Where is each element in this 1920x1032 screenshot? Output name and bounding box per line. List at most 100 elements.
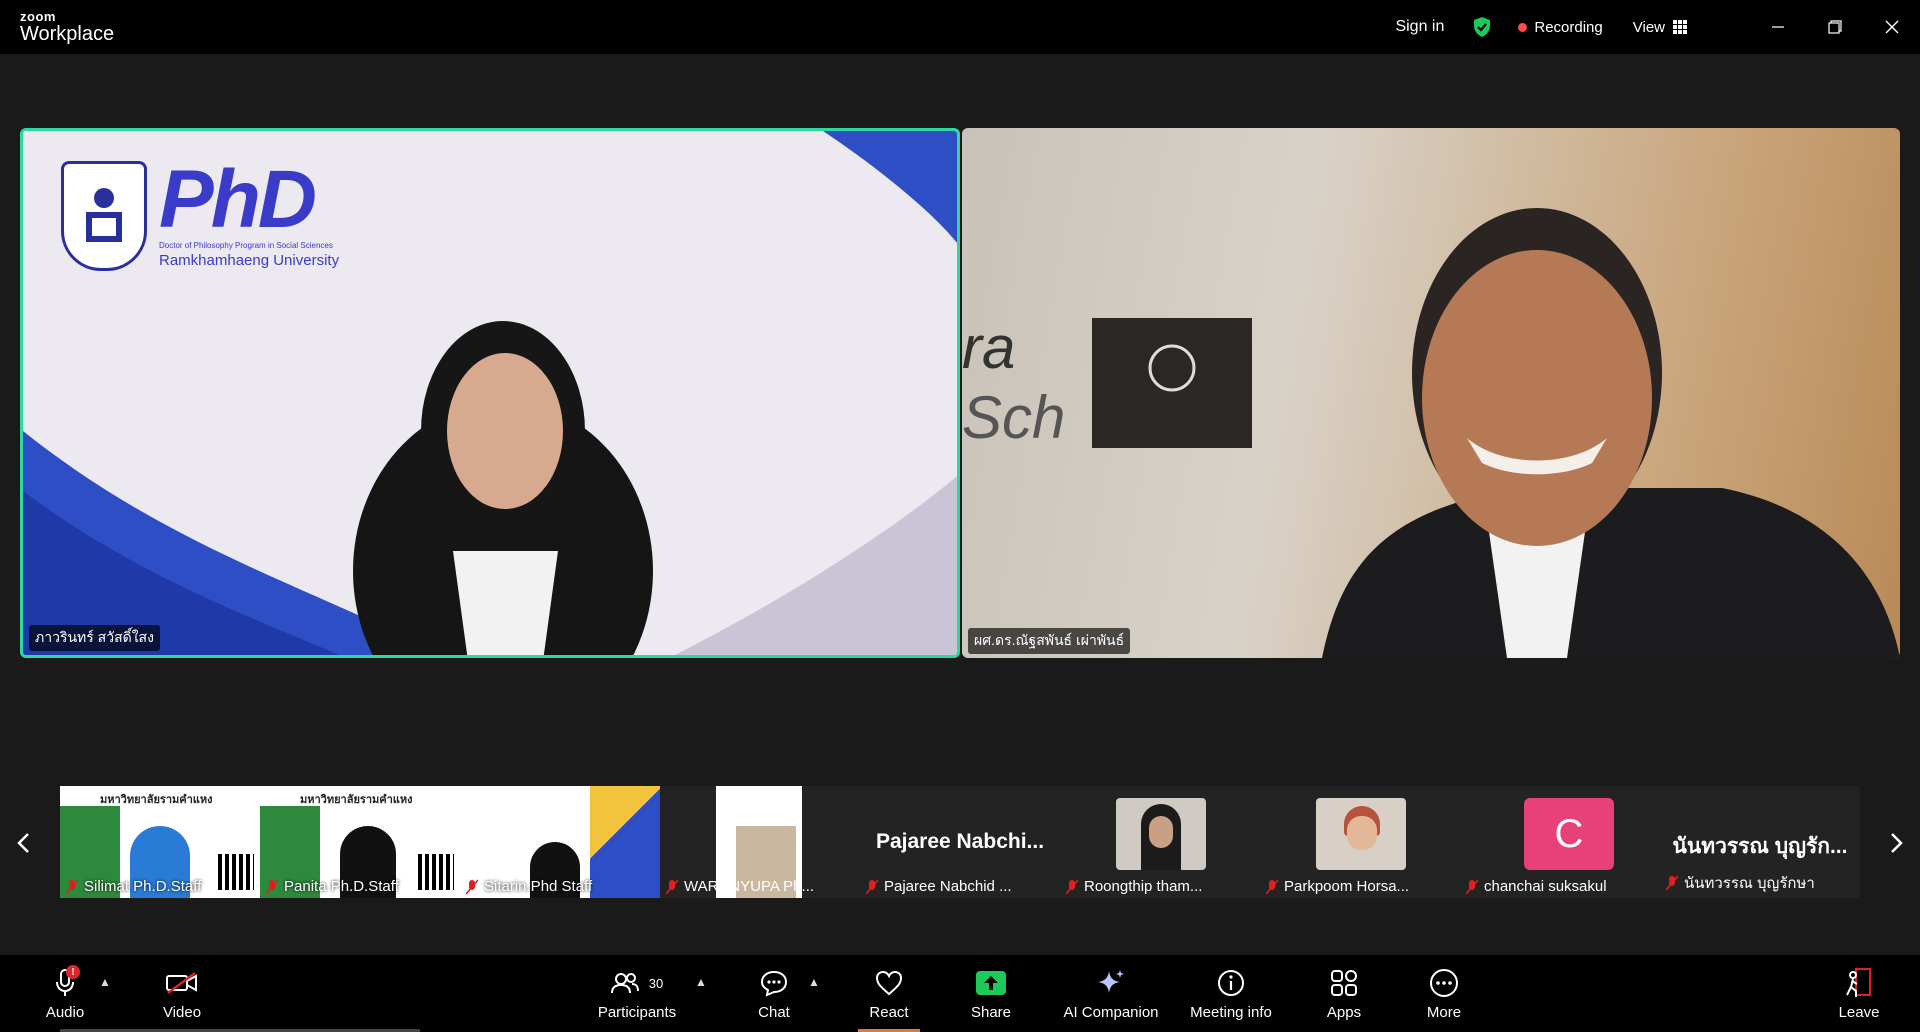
participant-name-tag: ภาวรินทร์ สวัสดิ์ใสง bbox=[29, 625, 160, 651]
video-button[interactable]: Video bbox=[155, 955, 209, 1032]
participant-thumbnail[interactable]: นันทวรรณ บุญรัก... นันทวรรณ บุญรักษา bbox=[1660, 786, 1860, 898]
leave-icon bbox=[1846, 968, 1871, 997]
strip-prev-button[interactable] bbox=[8, 826, 38, 860]
thumbnail-name: WARUNYUPA Ph... bbox=[684, 878, 815, 895]
phd-logo: PhD Doctor of Philosophy Program in Soci… bbox=[61, 154, 340, 271]
mic-muted-icon bbox=[1066, 878, 1078, 895]
slide-header-text: มหาวิทยาลัยรามคำแหง bbox=[300, 794, 413, 806]
chat-button[interactable]: Chat bbox=[752, 955, 796, 1032]
participant-thumbnail[interactable]: Sitarin.Phd Staff bbox=[460, 786, 660, 898]
apps-label: Apps bbox=[1326, 1004, 1362, 1021]
mic-muted-icon bbox=[1466, 878, 1478, 895]
thumbnail-name: นันทวรรณ บุญรักษา bbox=[1684, 875, 1815, 892]
participants-count: 30 bbox=[648, 975, 664, 991]
mic-muted-icon bbox=[1666, 875, 1678, 891]
sign-in-link[interactable]: Sign in bbox=[1395, 18, 1444, 36]
participant-thumbnail[interactable]: Pajaree Nabchi... Pajaree Nabchid ... bbox=[860, 786, 1060, 898]
chevron-right-icon bbox=[1891, 833, 1903, 853]
more-label: More bbox=[1426, 1004, 1462, 1021]
share-label: Share bbox=[970, 1004, 1012, 1021]
apps-icon bbox=[1331, 970, 1357, 996]
thumbnail-name: Panita Ph.D.Staff bbox=[284, 878, 399, 895]
participant-thumbnail[interactable]: Roongthip tham... bbox=[1060, 786, 1260, 898]
thumbnail-name: Roongthip tham... bbox=[1084, 878, 1203, 895]
ai-companion-button[interactable]: AI Companion bbox=[1060, 955, 1162, 1032]
strip-next-button[interactable] bbox=[1882, 826, 1912, 860]
university-crest-icon bbox=[61, 161, 147, 271]
chat-icon bbox=[760, 970, 788, 997]
recording-label: Recording bbox=[1534, 18, 1603, 36]
mic-muted-icon bbox=[66, 878, 78, 895]
restore-icon bbox=[1827, 20, 1842, 34]
participants-icon bbox=[610, 973, 639, 994]
video-label: Video bbox=[162, 1004, 202, 1021]
phd-program-text: Doctor of Philosophy Program in Social S… bbox=[159, 241, 333, 250]
security-shield-icon[interactable] bbox=[1470, 15, 1494, 39]
mic-muted-icon bbox=[466, 878, 478, 895]
participants-options-caret-icon[interactable]: ▲ bbox=[695, 975, 707, 989]
mic-muted-icon bbox=[1266, 878, 1278, 895]
recording-dot-icon bbox=[1518, 22, 1528, 32]
thumbnail-name: Silimat Ph.D.Staff bbox=[84, 878, 202, 895]
react-label: React bbox=[869, 1004, 909, 1021]
participant-thumbnail[interactable]: Parkpoom Horsa... bbox=[1260, 786, 1460, 898]
svg-text:Sch: Sch bbox=[962, 384, 1065, 451]
audio-warning-badge: ! bbox=[66, 965, 80, 979]
more-icon bbox=[1430, 969, 1458, 997]
audio-label: Audio bbox=[45, 1004, 85, 1021]
share-screen-icon bbox=[976, 971, 1006, 995]
video-stage: PhD Doctor of Philosophy Program in Soci… bbox=[0, 54, 1920, 754]
video-tile-active-speaker[interactable]: PhD Doctor of Philosophy Program in Soci… bbox=[20, 128, 960, 658]
meeting-info-label: Meeting info bbox=[1190, 1004, 1272, 1021]
thumbnail-display-name: นันทวรรณ บุญรัก... bbox=[1672, 835, 1848, 858]
participant-name-tag: ผศ.ดร.ณัฐสพันธ์ เผ่าพันธ์ bbox=[968, 628, 1131, 654]
restore-button[interactable] bbox=[1806, 0, 1863, 54]
audio-options-caret-icon[interactable]: ▲ bbox=[99, 975, 111, 989]
participant-strip: มหาวิทยาลัยรามคำแหง Silimat Ph.D.Staff ม… bbox=[60, 786, 1860, 898]
participant-thumbnail[interactable]: WARUNYUPA Ph... bbox=[660, 786, 860, 898]
phd-wordmark: PhD bbox=[159, 154, 317, 245]
close-icon bbox=[1885, 20, 1898, 34]
logo-zoom-text: zoom bbox=[20, 9, 56, 24]
view-button[interactable]: View bbox=[1633, 19, 1687, 36]
info-icon bbox=[1218, 970, 1244, 996]
chat-label: Chat bbox=[758, 1004, 790, 1021]
phd-university-text: Ramkhamhaeng University bbox=[159, 252, 340, 269]
thumbnail-name: chanchai suksakul bbox=[1484, 878, 1607, 895]
share-button[interactable]: Share bbox=[968, 955, 1014, 1032]
view-label: View bbox=[1632, 18, 1665, 36]
chevron-left-icon bbox=[17, 833, 29, 853]
recording-indicator[interactable]: Recording bbox=[1518, 18, 1603, 36]
mic-muted-icon bbox=[866, 878, 878, 895]
svg-text:ra: ra bbox=[962, 314, 1015, 381]
heart-icon bbox=[875, 970, 903, 996]
apps-button[interactable]: Apps bbox=[1324, 955, 1364, 1032]
logo-workplace-text: Workplace bbox=[20, 23, 115, 45]
participants-button[interactable]: 30 Participants bbox=[592, 955, 682, 1032]
audio-button[interactable]: Audio ! bbox=[40, 955, 90, 1032]
thumbnail-name: Parkpoom Horsa... bbox=[1284, 878, 1410, 895]
grid-icon bbox=[1673, 20, 1687, 34]
more-button[interactable]: More bbox=[1422, 955, 1466, 1032]
participant-thumbnail[interactable]: มหาวิทยาลัยรามคำแหง Panita Ph.D.Staff bbox=[260, 786, 460, 898]
sparkle-icon bbox=[1098, 970, 1124, 993]
video-feed-background: ra Sch bbox=[962, 208, 1900, 658]
participants-label: Participants bbox=[597, 1004, 677, 1021]
react-button[interactable]: React bbox=[858, 955, 920, 1032]
leave-button[interactable]: Leave bbox=[1838, 955, 1880, 1032]
meeting-info-button[interactable]: Meeting info bbox=[1186, 955, 1276, 1032]
ai-companion-label: AI Companion bbox=[1063, 1004, 1159, 1021]
video-off-icon bbox=[166, 971, 197, 995]
thumbnail-name: Pajaree Nabchid ... bbox=[884, 878, 1012, 895]
participant-thumbnail[interactable]: มหาวิทยาลัยรามคำแหง Silimat Ph.D.Staff bbox=[60, 786, 260, 898]
close-button[interactable] bbox=[1863, 0, 1920, 54]
zoom-workplace-logo: zoom Workplace bbox=[20, 10, 114, 44]
thumbnail-display-name: Pajaree Nabchi... bbox=[875, 830, 1045, 853]
mic-muted-icon bbox=[266, 878, 278, 895]
video-tile-speaker-2[interactable]: ra Sch ผศ.ดร.ณัฐสพันธ์ เผ่าพันธ์ bbox=[962, 128, 1900, 658]
slide-header-text: มหาวิทยาลัยรามคำแหง bbox=[100, 794, 213, 806]
meeting-toolbar: Audio ! ▲ Video 30 Participants ▲ Chat ▲… bbox=[0, 955, 1920, 1032]
participant-thumbnail[interactable]: C chanchai suksakul bbox=[1460, 786, 1660, 898]
minimize-button[interactable] bbox=[1749, 0, 1806, 54]
chat-options-caret-icon[interactable]: ▲ bbox=[808, 975, 820, 989]
